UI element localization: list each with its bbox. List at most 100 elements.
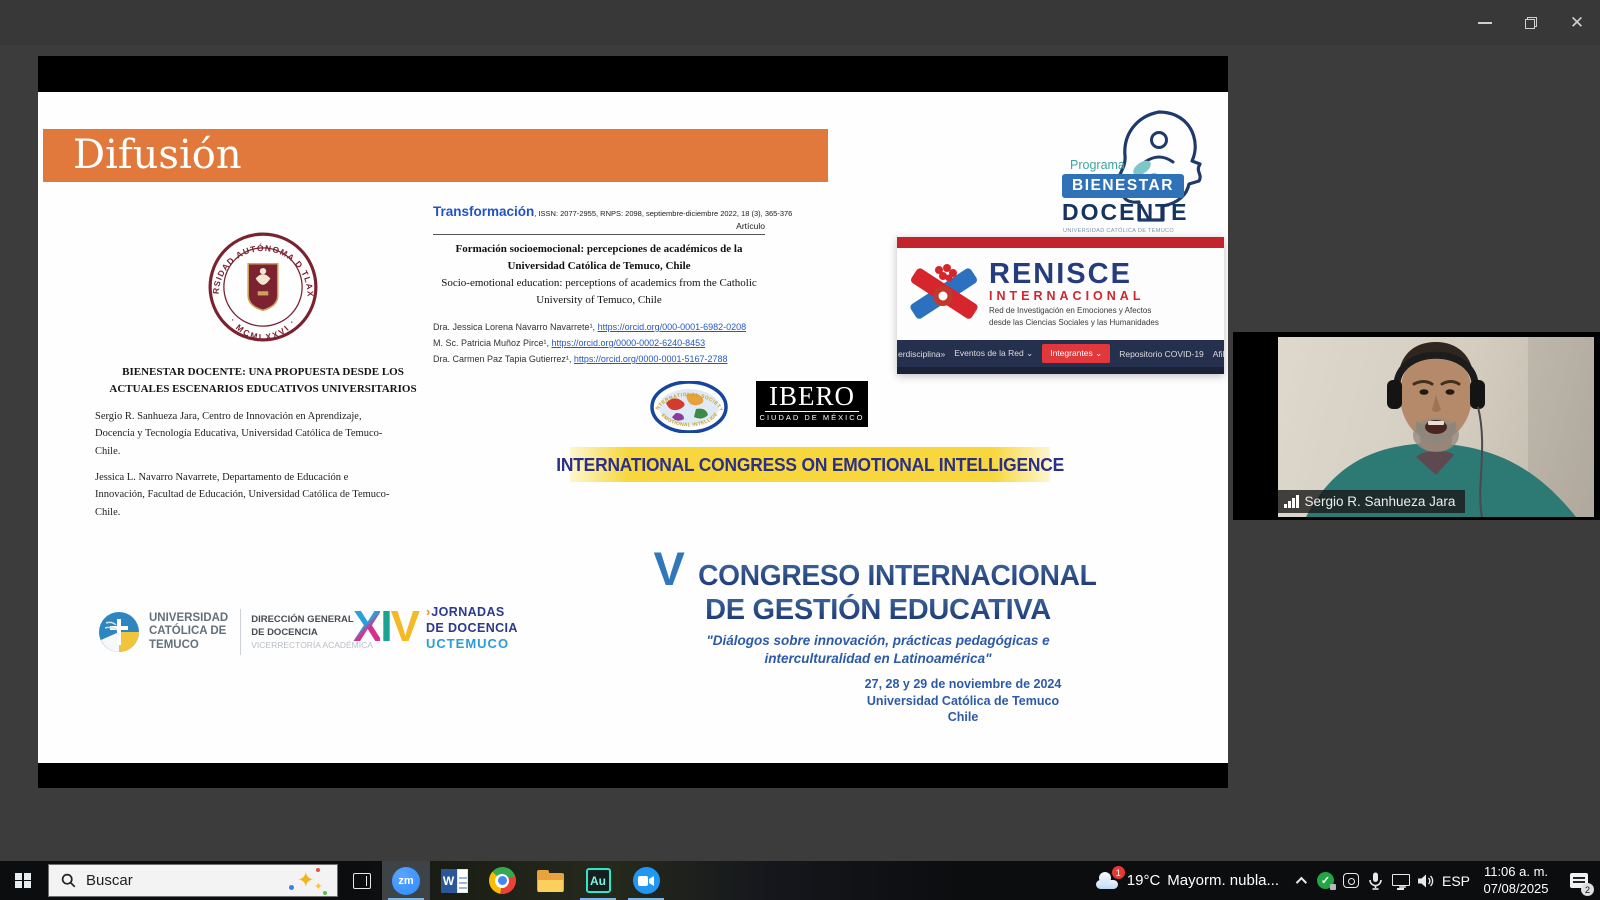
congress-quote-2: interculturalidad en Latinoamérica" — [643, 650, 1113, 668]
task-view-button[interactable] — [344, 861, 380, 900]
screen-record-tray-button[interactable] — [1338, 861, 1363, 900]
volume-tray-button[interactable] — [1413, 861, 1438, 900]
bienestar-docente-logo: Programa BIENESTAR DOCENTE UNIVERSIDAD C… — [1060, 106, 1215, 236]
microphone-icon — [1369, 872, 1382, 890]
congress-dates: 27, 28 y 29 de noviembre de 2024 Univers… — [813, 676, 1113, 725]
clock-date: 07/08/2025 — [1483, 881, 1548, 897]
shared-screen-area: Difusión UNIVERSIDAD AUTÓNOMA D TLAXCALA… — [0, 45, 1600, 861]
hidden-icons-button[interactable] — [1287, 861, 1313, 900]
language-indicator[interactable]: ESP — [1438, 861, 1474, 900]
uct-name: UNIVERSIDAD CATÓLICA DE TEMUCO — [149, 612, 228, 652]
xiv-letter-x: X — [353, 602, 380, 651]
article-divider — [433, 234, 765, 235]
screen-record-icon — [1343, 873, 1359, 888]
presentation-slide: Difusión UNIVERSIDAD AUTÓNOMA D TLAXCALA… — [38, 56, 1228, 788]
ibero-logo: IBERO CIUDAD DE MÉXICO — [756, 381, 868, 427]
congress-date: 27, 28 y 29 de noviembre de 2024 — [813, 676, 1113, 692]
weather-widget[interactable]: 1 19°C Mayorm. nubla... — [1086, 861, 1287, 900]
dot-decoration — [323, 891, 327, 895]
restore-icon — [1525, 17, 1537, 29]
renisce-website-banner: RENISCE INTERNACIONAL Red de Investigaci… — [897, 237, 1224, 374]
slide-title: Difusión — [43, 129, 828, 181]
author-name: Dra. Jessica Lorena Navarro Navarrete¹, — [433, 322, 598, 332]
taskbar-app-chrome[interactable] — [478, 861, 526, 900]
taskbar-app-zoom[interactable]: zm — [382, 861, 430, 900]
participant-name: Sergio R. Sanhueza Jara — [1305, 494, 1456, 509]
participant-name-tag: Sergio R. Sanhueza Jara — [1278, 490, 1465, 513]
congress-banner: INTERNATIONAL CONGRESS ON EMOTIONAL INTE… — [570, 447, 1050, 482]
speaker-video-tile[interactable]: Sergio R. Sanhueza Jara — [1278, 337, 1594, 517]
article-title-en-1: Socio-emotional education: perceptions o… — [433, 275, 765, 292]
article-title-es-2: Universidad Católica de Temuco, Chile — [433, 258, 765, 275]
renisce-name: RENISCE — [989, 260, 1159, 289]
paper-authors: Sergio R. Sanhueza Jara, Centro de Innov… — [95, 408, 400, 530]
chrome-app-icon — [489, 867, 516, 894]
taskbar-app-camera[interactable] — [622, 861, 670, 900]
uct-name-line: UNIVERSIDAD — [149, 612, 228, 625]
xiv-line-2: DE DOCENCIA — [426, 621, 518, 636]
ibero-city: CIUDAD DE MÉXICO — [756, 413, 868, 422]
journal-header: Transformación , ISSN: 2077-2955, RNPS: … — [433, 204, 765, 219]
ibero-name: IBERO — [765, 381, 859, 412]
journal-meta: , ISSN: 2077-2955, RNPS: 2098, septiembr… — [534, 209, 792, 218]
xiv-line-3: UCTEMUCO — [426, 636, 518, 652]
article-author-row: Dra. Carmen Paz Tapia Gutierrez¹, https:… — [433, 351, 765, 367]
speaker-video-panel: Sergio R. Sanhueza Jara — [1233, 332, 1600, 520]
taskbar-app-audition[interactable]: Au — [574, 861, 622, 900]
taskbar-app-file-explorer[interactable] — [526, 861, 574, 900]
word-app-icon: W — [441, 869, 468, 893]
audition-app-icon: Au — [586, 868, 611, 893]
notification-badge: 2 — [1581, 883, 1594, 896]
close-button[interactable]: ✕ — [1554, 0, 1600, 45]
v-congress-block: V CONGRESO INTERNACIONAL DE GESTIÓN EDUC… — [643, 550, 1113, 725]
article-author-row: Dra. Jessica Lorena Navarro Navarrete¹, … — [433, 319, 765, 335]
congress-line-1: CONGRESO INTERNACIONAL — [698, 560, 1096, 593]
congress-quote-1: "Diálogos sobre innovación, prácticas pe… — [643, 632, 1113, 650]
search-highlights-icon[interactable]: ✦ ✦ — [291, 867, 325, 895]
renisce-tagline-1: Red de Investigación en Emociones y Afec… — [989, 306, 1159, 316]
start-button[interactable] — [0, 861, 46, 900]
security-tray-button[interactable]: ✓ — [1313, 861, 1338, 900]
ethernet-icon — [1392, 874, 1410, 886]
file-explorer-icon — [537, 873, 564, 892]
orcid-link: https://orcid.org/0000-0001-5167-2788 — [574, 354, 728, 364]
isei-globe-logo: INTERNATIONAL SOCIETY FOR EMOTIONAL INTE… — [650, 381, 728, 433]
uct-divider — [240, 609, 241, 655]
congress-country: Chile — [813, 709, 1113, 725]
windows-logo-icon — [15, 873, 31, 889]
renisce-nav-item: Afiliac — [1213, 349, 1224, 359]
weather-cloud-icon: 1 — [1094, 872, 1120, 889]
renisce-nav-item: Eventos de la Red ⌄ — [954, 348, 1033, 359]
uct-logo-icon — [98, 611, 140, 653]
clock[interactable]: 11:06 a. m. 07/08/2025 — [1474, 861, 1558, 900]
congress-numeral: V — [653, 550, 684, 588]
windows-taskbar: ✦ ✦ zm W Au 1 — [0, 861, 1600, 900]
article-authors: Dra. Jessica Lorena Navarro Navarrete¹, … — [433, 319, 765, 367]
paper-author-2: Jessica L. Navarro Navarrete, Departamen… — [95, 469, 400, 521]
slide-content: Difusión UNIVERSIDAD AUTÓNOMA D TLAXCALA… — [38, 92, 1228, 763]
microphone-tray-button[interactable] — [1363, 861, 1388, 900]
window-title-bar: ✕ — [0, 0, 1600, 45]
slide-title-banner: Difusión — [43, 129, 828, 182]
close-icon: ✕ — [1570, 14, 1584, 31]
bienestar-name-1: BIENESTAR — [1062, 174, 1184, 198]
renisce-logo — [903, 258, 985, 330]
paper-author-1: Sergio R. Sanhueza Jara, Centro de Innov… — [95, 408, 400, 460]
weather-condition: Mayorm. nubla... — [1167, 872, 1279, 889]
uct-name-line: TEMUCO — [149, 639, 228, 652]
security-check-icon: ✓ — [1317, 872, 1334, 889]
slide-bottom-letterbox — [38, 763, 1228, 788]
taskbar-search[interactable]: ✦ ✦ — [48, 864, 338, 897]
renisce-nav-item: Repositorio COVID-19 — [1119, 349, 1204, 359]
action-center-button[interactable]: 2 — [1558, 861, 1600, 900]
tlaxcala-university-seal: UNIVERSIDAD AUTÓNOMA D TLAXCALA · MCMLXX… — [208, 232, 318, 342]
renisce-nav-item: erdisciplina» — [898, 349, 945, 359]
camera-app-icon — [633, 867, 660, 894]
taskbar-app-word[interactable]: W — [430, 861, 478, 900]
uct-footer-logo: UNIVERSIDAD CATÓLICA DE TEMUCO DIRECCIÓN… — [98, 604, 373, 660]
search-input[interactable] — [86, 872, 256, 889]
xiv-line-1: JORNADAS — [431, 605, 504, 619]
network-tray-button[interactable] — [1388, 861, 1413, 900]
restore-button[interactable] — [1508, 0, 1554, 45]
minimize-button[interactable] — [1462, 0, 1508, 45]
